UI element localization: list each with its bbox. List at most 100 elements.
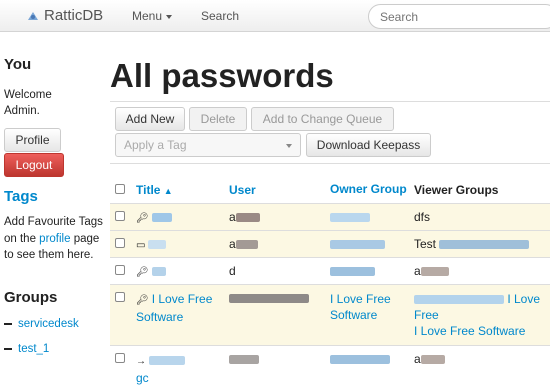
- key-icon: 🔑︎: [136, 213, 149, 224]
- apply-tag-select[interactable]: Apply a Tag: [115, 133, 301, 157]
- download-keepass-button[interactable]: Download Keepass: [306, 133, 431, 157]
- owner-link: Software: [330, 308, 377, 322]
- table-row[interactable]: 🔑︎ d a: [110, 258, 550, 285]
- nav-search-link[interactable]: Search: [201, 9, 239, 23]
- viewer-redacted: [421, 267, 449, 276]
- column-header-owner-group[interactable]: Owner Group: [330, 164, 414, 204]
- group-item-test-1[interactable]: test_1: [4, 343, 49, 355]
- viewer-redacted: [439, 240, 529, 249]
- title-cell[interactable]: ▭: [136, 231, 229, 258]
- row-select-cell: [110, 204, 136, 231]
- bullet-icon: [4, 348, 12, 350]
- add-new-button[interactable]: Add New: [115, 107, 185, 131]
- row-checkbox[interactable]: [115, 211, 125, 221]
- welcome-text: Welcome Admin.: [4, 87, 64, 119]
- select-all-cell: [110, 164, 136, 204]
- user-redacted: [229, 294, 309, 303]
- profile-button[interactable]: Profile: [4, 128, 61, 152]
- user-cell: [229, 346, 330, 392]
- add-to-change-queue-button[interactable]: Add to Change Queue: [251, 107, 394, 131]
- table-row[interactable]: 🔑︎ a dfs: [110, 204, 550, 231]
- group-label: servicedesk: [18, 318, 79, 330]
- row-checkbox[interactable]: [115, 238, 125, 248]
- row-select-cell: [110, 346, 136, 392]
- viewer-cell: a: [414, 346, 550, 392]
- owner-redacted: [330, 355, 390, 364]
- groups-heading: Groups: [4, 289, 57, 306]
- owner-cell[interactable]: I Love Free Software: [330, 285, 414, 346]
- you-heading: You: [4, 56, 104, 73]
- column-header-title[interactable]: Title ▲: [136, 164, 229, 204]
- owner-redacted: [330, 240, 385, 249]
- owner-cell[interactable]: [330, 204, 414, 231]
- title-cell[interactable]: 🔑︎: [136, 258, 229, 285]
- owner-link-prefix: I Love Free: [330, 292, 391, 306]
- owner-cell[interactable]: [330, 231, 414, 258]
- owner-cell[interactable]: [330, 346, 414, 392]
- page-title: All passwords: [110, 57, 334, 95]
- ratticdb-logo-icon: [26, 9, 40, 23]
- viewer-cell: Test: [414, 231, 550, 258]
- monitor-icon: ▭: [136, 240, 145, 251]
- row-checkbox[interactable]: [115, 265, 125, 275]
- user-text: a: [229, 210, 236, 224]
- delete-button[interactable]: Delete: [189, 107, 247, 131]
- user-redacted: [236, 240, 258, 249]
- brand[interactable]: RatticDB: [26, 7, 103, 24]
- viewer-redacted: [414, 295, 504, 304]
- group-label: test_1: [18, 343, 49, 355]
- owner-redacted: [330, 213, 370, 222]
- viewer-cell: dfs: [414, 204, 550, 231]
- title-cell[interactable]: → gc: [136, 346, 229, 392]
- viewer-cell: I Love Free I Love Free Software: [414, 285, 550, 346]
- user-cell: a: [229, 204, 330, 231]
- brand-label: RatticDB: [44, 7, 103, 24]
- user-text: a: [229, 237, 236, 251]
- tags-help-text: Add Favourite Tags on the profile page t…: [4, 214, 104, 264]
- row-checkbox[interactable]: [115, 353, 125, 363]
- row-select-cell: [110, 258, 136, 285]
- owner-cell[interactable]: [330, 258, 414, 285]
- user-redacted: [236, 213, 260, 222]
- row-select-cell: [110, 231, 136, 258]
- sort-up-icon: ▲: [164, 186, 173, 196]
- key-icon: 🔑︎: [136, 293, 149, 309]
- user-cell: d: [229, 258, 330, 285]
- row-checkbox[interactable]: [115, 292, 125, 302]
- user-cell: a: [229, 231, 330, 258]
- column-header-viewer-groups: Viewer Groups: [414, 164, 550, 204]
- column-header-user[interactable]: User: [229, 164, 330, 204]
- viewer-text: Test: [414, 237, 436, 251]
- table-row[interactable]: → gc a: [110, 346, 550, 392]
- apply-tag-label: Apply a Tag: [124, 138, 187, 152]
- owner-redacted: [330, 267, 375, 276]
- viewer-redacted: [421, 355, 445, 364]
- profile-link[interactable]: profile: [39, 233, 70, 245]
- table-row[interactable]: ▭ a Test: [110, 231, 550, 258]
- viewer-text: a: [414, 264, 421, 278]
- viewer-cell: a: [414, 258, 550, 285]
- search-input[interactable]: [368, 4, 550, 29]
- chevron-down-icon: [286, 144, 292, 148]
- sidebar: You Welcome Admin. Profile Logout Tags A…: [4, 56, 104, 119]
- title-redacted: [152, 213, 172, 222]
- tags-heading[interactable]: Tags: [4, 188, 38, 205]
- arrow-right-icon: →: [136, 354, 146, 370]
- title-cell[interactable]: 🔑︎: [136, 204, 229, 231]
- title-redacted: [148, 240, 166, 249]
- select-all-checkbox[interactable]: [115, 184, 125, 194]
- title-header-label: Title: [136, 183, 160, 197]
- viewer-text: a: [414, 352, 421, 366]
- top-navbar: RatticDB Menu Search: [0, 0, 550, 32]
- table-header-row: Title ▲ User Owner Group Viewer Groups: [110, 164, 550, 204]
- title-redacted: [152, 267, 166, 276]
- nav-menu-dropdown[interactable]: Menu: [132, 9, 172, 23]
- title-cell[interactable]: 🔑︎I Love Free Software: [136, 285, 229, 346]
- row-select-cell: [110, 285, 136, 346]
- logout-button[interactable]: Logout: [4, 153, 64, 177]
- viewer-text: dfs: [414, 210, 430, 224]
- title-link[interactable]: gc: [136, 371, 149, 385]
- group-item-servicedesk[interactable]: servicedesk: [4, 318, 79, 330]
- user-cell: [229, 285, 330, 346]
- table-row[interactable]: 🔑︎I Love Free Software I Love Free Softw…: [110, 285, 550, 346]
